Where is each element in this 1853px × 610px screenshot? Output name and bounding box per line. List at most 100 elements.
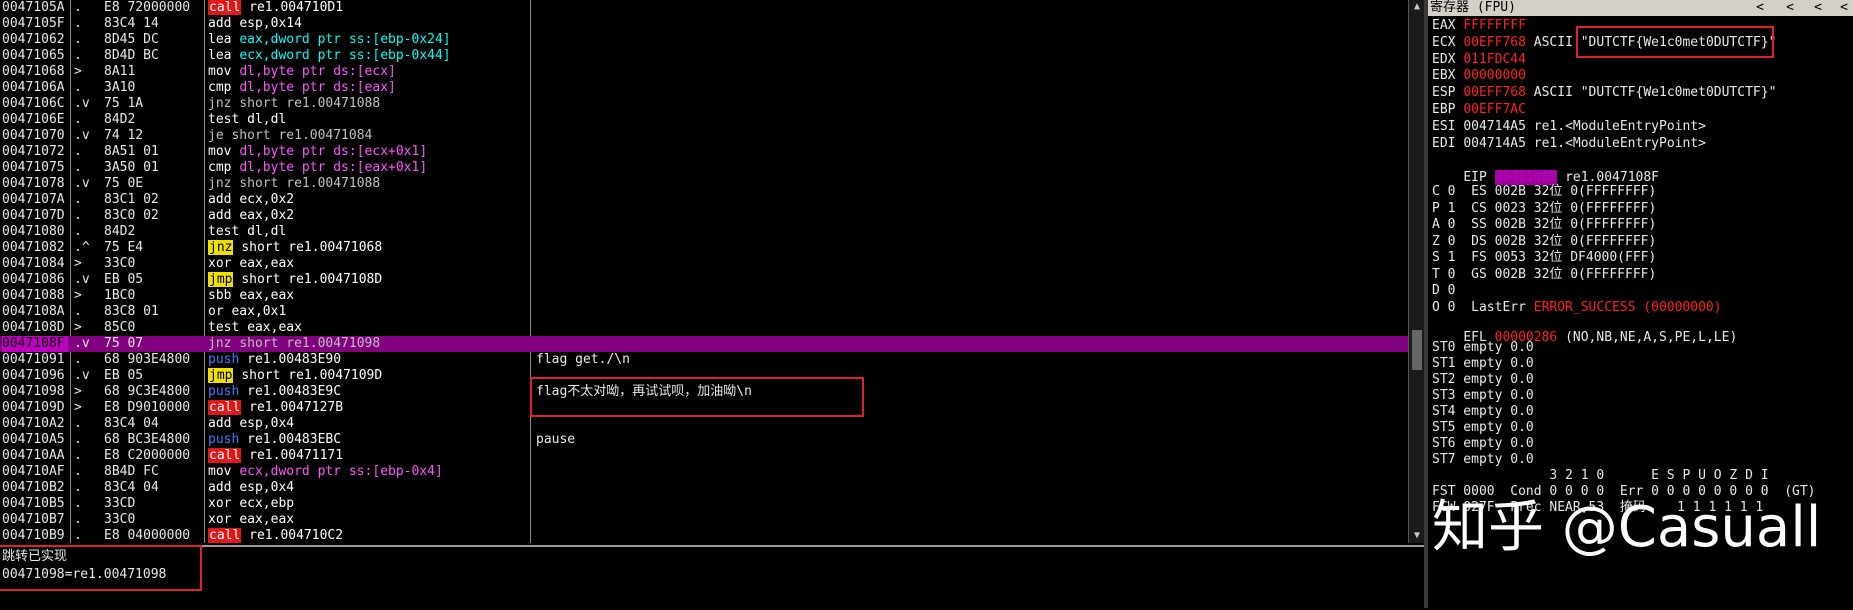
instruction-row[interactable]: 004710B9. E8 04000000 call re1.004710C2	[0, 528, 1408, 543]
segment-row[interactable]: S 1 FS 0053 32位 DF4000(FFF)	[1432, 250, 1656, 266]
scroll-up-arrow-icon[interactable]: ▲	[1411, 1, 1423, 13]
register-row-eax[interactable]: EAX FFFFFFFF	[1432, 18, 1534, 34]
segment-text: S 1 FS 0053 32位 DF4000(FFF)	[1432, 250, 1657, 265]
opcode-bytes: 8B4D FC	[104, 464, 159, 479]
address: 00471082	[2, 240, 65, 255]
instruction-row[interactable]: 0047106A. 3A10 cmp dl,byte ptr ds:[eax]	[0, 80, 1408, 96]
fpu-register-row[interactable]: ST1 empty 0.0	[1432, 356, 1534, 372]
opcode-bytes: 3A10	[104, 80, 136, 95]
efl-row[interactable]: EFL 00000286 (NO,NB,NE,A,S,PE,L,LE)	[1432, 314, 1737, 345]
register-row-edi[interactable]: EDI 004714A5 re1.<ModuleEntryPoint>	[1432, 136, 1706, 152]
fpu-register-row[interactable]: ST3 empty 0.0	[1432, 388, 1534, 404]
instruction-row[interactable]: 004710AF. 8B4D FC mov ecx,dword ptr ss:[eb…	[0, 464, 1408, 480]
register-row-esi[interactable]: ESI 004714A5 re1.<ModuleEntryPoint>	[1432, 119, 1706, 135]
fpu-register-row[interactable]: ST2 empty 0.0	[1432, 372, 1534, 388]
instruction-row[interactable]: 00471084 >33C0 xor eax,eax	[0, 256, 1408, 272]
jump-marker: .v	[74, 176, 90, 191]
operands: short re1.00471068	[241, 240, 383, 255]
instruction-row[interactable]: 00471091. 68 903E4800 push re1.00483E90 fla…	[0, 352, 1408, 368]
operands: short re1.00471098	[239, 336, 381, 351]
mnemonic: or	[208, 304, 224, 319]
instruction-row[interactable]: 00471062. 8D45 DC lea eax,dword ptr ss:[eb…	[0, 32, 1408, 48]
disassembly-pane[interactable]: 0047105A. E8 72000000 call re1.004710D1 004…	[0, 0, 1424, 543]
register-value: 011FDC44	[1463, 51, 1526, 67]
instruction-row[interactable]: 004710AA. E8 C2000000 call re1.00471171	[0, 448, 1408, 464]
operands: ecx,dword ptr ss:[ebp-0x4]	[239, 464, 443, 479]
operands: eax,eax	[247, 320, 302, 335]
fpu-register-row[interactable]: ST4 empty 0.0	[1432, 404, 1534, 420]
segment-row[interactable]: C 0 ES 002B 32位 0(FFFFFFFF)	[1432, 184, 1656, 200]
instruction-row[interactable]: 00471068 >8A11 mov dl,byte ptr ds:[ecx]	[0, 64, 1408, 80]
fpu-register-row[interactable]: ST0 empty 0.0	[1432, 340, 1534, 356]
register-value: 00EFF7AC	[1463, 102, 1526, 117]
instruction: cmp dl,byte ptr ds:[eax]	[208, 80, 518, 96]
instruction-row[interactable]: 00471072. 8A51 01 mov dl,byte ptr ds:[ecx+…	[0, 144, 1408, 160]
nav-left-arrow-icon[interactable]: <	[1811, 0, 1825, 16]
instruction-row[interactable]: 0047105F. 83C4 14 add esp,0x14	[0, 16, 1408, 32]
opcode-bytes: 85C0	[104, 320, 136, 335]
fpu-register-row[interactable]: ST6 empty 0.0	[1432, 436, 1534, 452]
address: 004710AF	[2, 464, 65, 479]
instruction-row[interactable]: 00471088 >1BC0 sbb eax,eax	[0, 288, 1408, 304]
instruction-row[interactable]: 0047108D >85C0 test eax,eax	[0, 320, 1408, 336]
nav-left-arrow-icon[interactable]: <	[1837, 0, 1851, 16]
instruction-row[interactable]: 004710B5. 33CD xor ecx,ebp	[0, 496, 1408, 512]
address: 004710AA	[2, 448, 65, 463]
instruction-row[interactable]: 0047108A. 83C8 01 or eax,0x1	[0, 304, 1408, 320]
address: 004710B9	[2, 528, 65, 543]
instruction-row[interactable]: 0047106E. 84D2 test dl,dl	[0, 112, 1408, 128]
instruction-row[interactable]: 004710A5. 68 BC3E4800 push re1.00483EBC pau…	[0, 432, 1408, 448]
instruction-row[interactable]: 0047105A. E8 72000000 call re1.004710D1	[0, 0, 1408, 16]
register-row-ebx[interactable]: EBX 00000000	[1432, 68, 1534, 84]
segment-text: T 0 GS 002B 32位 0(FFFFFFFF)	[1432, 266, 1657, 282]
operands: dl,dl	[247, 112, 287, 127]
instruction-row[interactable]: 0047106C .v 75 1A jnz short re1.00471088	[0, 96, 1408, 112]
instruction-row[interactable]: 00471078 .v 75 0E jnz short re1.00471088	[0, 176, 1408, 192]
segment-row[interactable]: D 0	[1432, 283, 1455, 299]
register-name: EDI	[1432, 135, 1456, 151]
scroll-down-arrow-icon[interactable]: ▼	[1411, 530, 1423, 542]
opcode-bytes: 75 1A	[104, 96, 144, 111]
instruction-row[interactable]: 004710A2. 83C4 04 add esp,0x4	[0, 416, 1408, 432]
opcode-bytes: 84D2	[104, 224, 136, 239]
instruction-row[interactable]: 00471070 .v 74 12 je short re1.00471084	[0, 128, 1408, 144]
instruction: or eax,0x1	[208, 304, 518, 320]
segment-row[interactable]: P 1 CS 0023 32位 0(FFFFFFFF)	[1432, 201, 1656, 217]
instruction-row[interactable]: 0047107A. 83C1 02 add ecx,0x2	[0, 192, 1408, 208]
mnemonic: xor	[208, 512, 232, 527]
register-row-edx[interactable]: EDX 011FDC44	[1432, 52, 1534, 68]
mnemonic: jnz	[208, 240, 234, 255]
instruction-row[interactable]: 00471080. 84D2 test dl,dl	[0, 224, 1408, 240]
highlight-box-ecx-string	[1576, 26, 1774, 58]
disassembly-scrollbar[interactable]: ▲ ▼	[1408, 0, 1425, 543]
jump-marker: .	[74, 352, 82, 367]
instruction: call re1.00471171	[208, 448, 518, 464]
instruction-row[interactable]: 004710B7. 33C0 xor eax,eax	[0, 512, 1408, 528]
mnemonic: mov	[208, 144, 232, 159]
eip-register-row[interactable]: EIP 0047108F re1.0047108F	[1432, 154, 1659, 185]
opcode-bytes: 84D2	[104, 112, 136, 127]
instruction: mov ecx,dword ptr ss:[ebp-0x4]	[208, 464, 518, 480]
instruction: cmp dl,byte ptr ds:[eax+0x1]	[208, 160, 518, 176]
segment-row[interactable]: Z 0 DS 002B 32位 0(FFFFFFFF)	[1432, 234, 1656, 250]
fpu-register-row[interactable]: ST7 empty 0.0	[1432, 452, 1534, 468]
segment-row[interactable]: T 0 GS 002B 32位 0(FFFFFFFF)	[1432, 267, 1656, 283]
instruction-row[interactable]: 00471086 .v EB 05 jmp short re1.0047108D	[0, 272, 1408, 288]
register-row-ebp[interactable]: EBP 00EFF7AC	[1432, 102, 1534, 118]
instruction-row[interactable]: 00471065. 8D4D BC lea ecx,dword ptr ss:[eb…	[0, 48, 1408, 64]
last-error-value: ERROR_SUCCESS (00000000)	[1533, 299, 1722, 315]
selected-instruction-row[interactable]: 0047108F .v 75 07 jnz short re1.00471098	[0, 336, 1408, 352]
instruction-row[interactable]: 00471075. 3A50 01 cmp dl,byte ptr ds:[eax+…	[0, 160, 1408, 176]
instruction-row[interactable]: 00471082 .^ 75 E4 jnz short re1.00471068	[0, 240, 1408, 256]
instruction-row[interactable]: 004710B2. 83C4 04 add esp,0x4	[0, 480, 1408, 496]
register-row-esp[interactable]: ESP 00EFF768 ASCII "DUTCTF{We1c0met0DUTC…	[1432, 85, 1776, 101]
nav-left-arrow-icon[interactable]: <	[1783, 0, 1797, 16]
jump-marker: .	[74, 48, 82, 63]
fpu-register-row[interactable]: ST5 empty 0.0	[1432, 420, 1534, 436]
nav-left-arrow-icon[interactable]: <	[1753, 0, 1767, 16]
opcode-bytes: 33CD	[104, 496, 136, 511]
comment: flag get./\n	[536, 352, 630, 367]
scroll-thumb[interactable]	[1412, 330, 1422, 370]
instruction-row[interactable]: 0047107D. 83C0 02 add eax,0x2	[0, 208, 1408, 224]
segment-row[interactable]: A 0 SS 002B 32位 0(FFFFFFFF)	[1432, 217, 1656, 233]
